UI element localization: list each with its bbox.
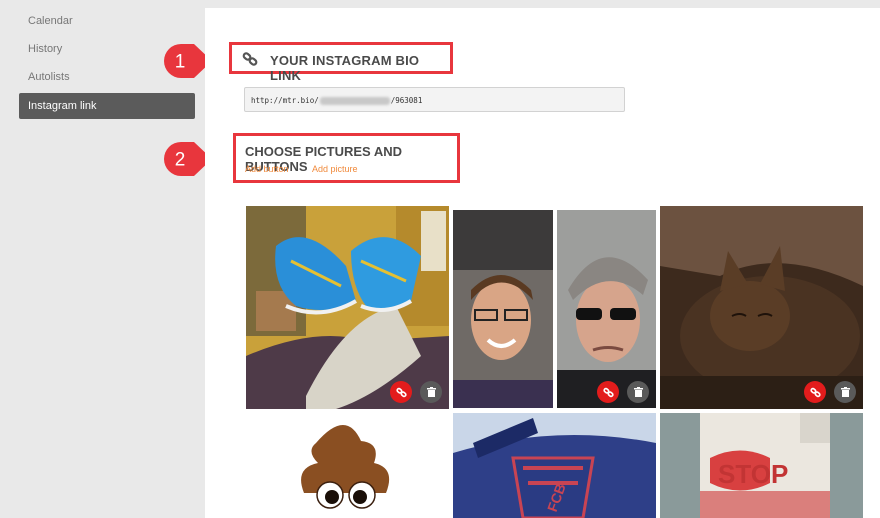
delete-button[interactable] <box>627 381 649 403</box>
main-panel: YOUR INSTAGRAM BIO LINK http://mtr.bio/ /… <box>205 8 880 518</box>
bio-link-section-header: YOUR INSTAGRAM BIO LINK <box>229 42 453 83</box>
selfie-collage-photo <box>453 210 656 408</box>
link-icon <box>395 387 407 397</box>
trash-icon <box>426 387 436 397</box>
bio-link-title: YOUR INSTAGRAM BIO LINK <box>270 53 420 83</box>
redacted-username <box>319 97 390 105</box>
delete-button[interactable] <box>834 381 856 403</box>
picture-tile[interactable]: FCB <box>453 413 656 518</box>
svg-text:STOP: STOP <box>718 459 788 489</box>
link-button[interactable] <box>597 381 619 403</box>
link-button[interactable] <box>804 381 826 403</box>
cat-photo <box>660 206 863 409</box>
fcb-bag-photo: FCB <box>453 413 656 518</box>
callout-number: 2 <box>175 150 186 171</box>
picture-tile[interactable] <box>453 210 656 408</box>
sneakers-photo <box>246 206 449 409</box>
trash-icon <box>840 387 850 397</box>
bio-link-url-field[interactable]: http://mtr.bio/ /963081 <box>244 87 625 112</box>
add-picture-link[interactable]: Add picture <box>312 164 358 174</box>
link-icon <box>602 387 614 397</box>
url-prefix: http://mtr.bio/ <box>251 96 319 105</box>
link-button[interactable] <box>390 381 412 403</box>
stop-poster-photo: STOP <box>660 413 863 518</box>
sidebar-item-calendar[interactable]: Calendar <box>19 8 195 34</box>
sidebar-item-instagram-link[interactable]: Instagram link <box>19 93 195 119</box>
trash-icon <box>633 387 643 397</box>
link-icon <box>809 387 821 397</box>
callout-number: 1 <box>175 52 186 73</box>
picture-tile[interactable] <box>660 206 863 409</box>
add-button-link[interactable]: Add button <box>245 164 289 174</box>
poop-emoji-photo <box>301 424 390 509</box>
picture-tile[interactable] <box>246 413 449 518</box>
choose-section-header: CHOOSE PICTURES AND BUTTONS Add button A… <box>233 133 460 183</box>
picture-tile[interactable] <box>246 206 449 409</box>
link-icon <box>242 52 258 66</box>
delete-button[interactable] <box>420 381 442 403</box>
url-suffix: /963081 <box>390 96 423 105</box>
picture-grid: FCB STOP <box>246 206 865 518</box>
picture-tile[interactable]: STOP <box>660 413 863 518</box>
